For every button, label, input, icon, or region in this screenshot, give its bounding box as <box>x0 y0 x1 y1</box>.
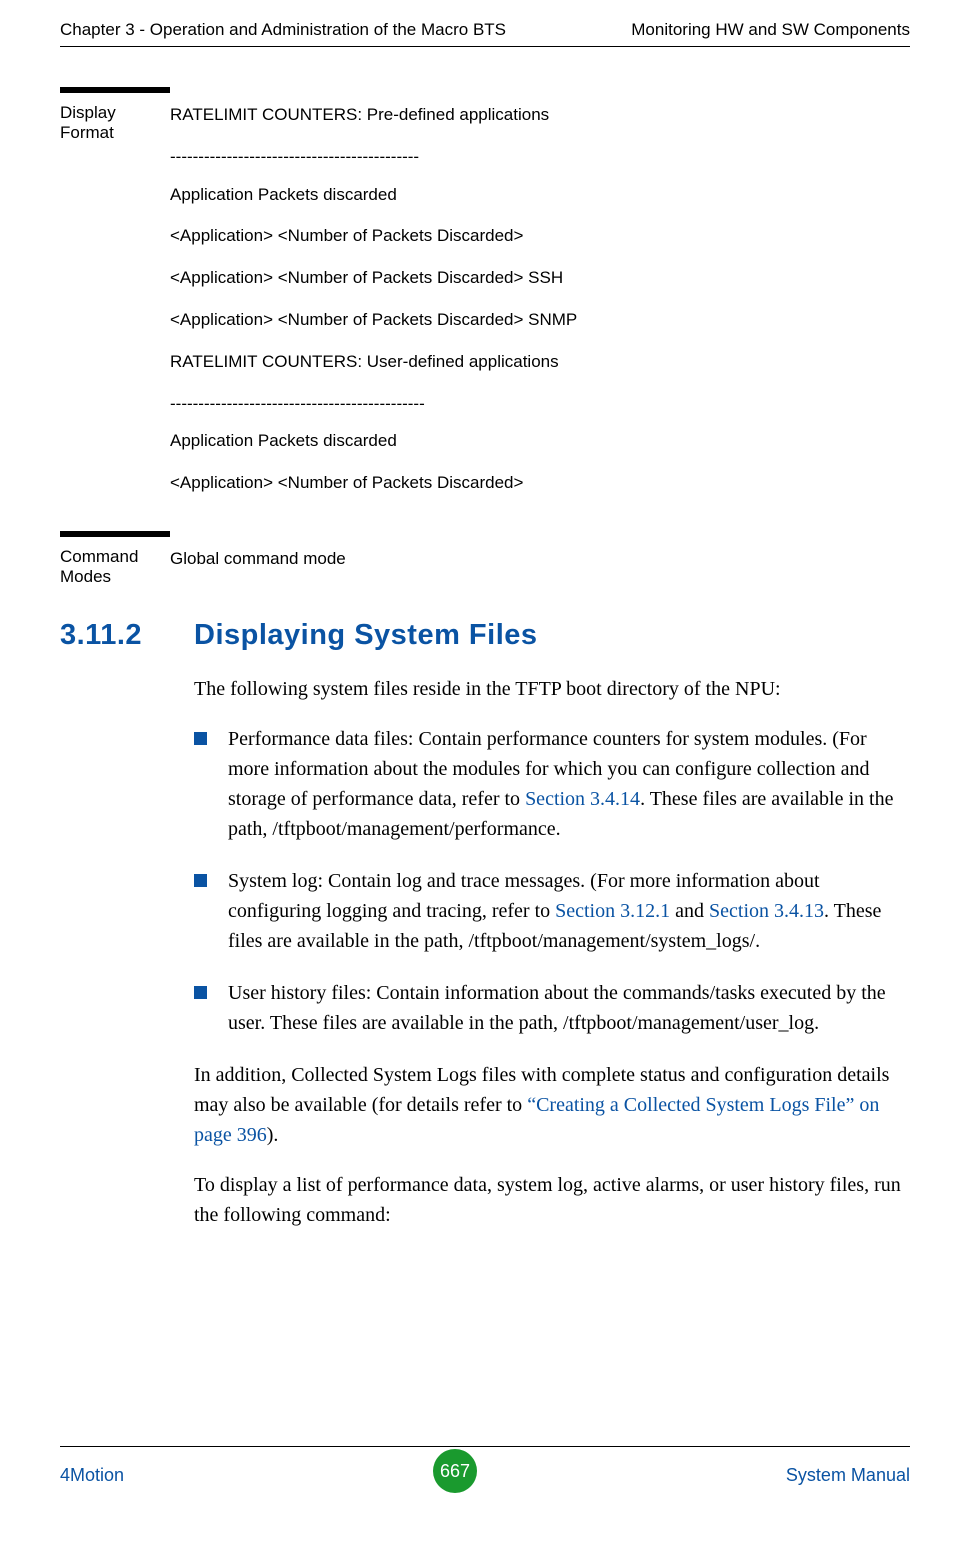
footer-page-number: 667 <box>433 1449 477 1493</box>
df-line-9: <Application> <Number of Packets Discard… <box>170 471 910 495</box>
df-line-1: ----------------------------------------… <box>170 145 910 169</box>
footer-right: System Manual <box>786 1465 910 1486</box>
body-text: The following system files reside in the… <box>194 674 910 1230</box>
command-modes-content: Global command mode <box>170 531 910 589</box>
df-line-2: Application Packets discarded <box>170 183 910 207</box>
header-left: Chapter 3 - Operation and Administration… <box>60 20 506 40</box>
df-line-0: RATELIMIT COUNTERS: Pre-defined applicat… <box>170 103 910 127</box>
page-footer: 4Motion 667 System Manual <box>60 1446 910 1497</box>
bullet-item-2: User history files: Contain information … <box>194 978 910 1038</box>
bullet-2-pre: User history files: Contain information … <box>228 982 886 1034</box>
bullet-item-1: System log: Contain log and trace messag… <box>194 866 910 956</box>
display-format-label: Display Format <box>60 87 170 513</box>
display-format-content: RATELIMIT COUNTERS: Pre-defined applicat… <box>170 87 910 513</box>
command-modes-label: Command Modes <box>60 531 170 589</box>
intro-paragraph: The following system files reside in the… <box>194 674 910 704</box>
df-line-7: ----------------------------------------… <box>170 392 910 416</box>
df-line-4: <Application> <Number of Packets Discard… <box>170 266 910 290</box>
df-line-3: <Application> <Number of Packets Discard… <box>170 224 910 248</box>
df-line-8: Application Packets discarded <box>170 429 910 453</box>
footer-left: 4Motion <box>60 1465 124 1486</box>
df-line-5: <Application> <Number of Packets Discard… <box>170 308 910 332</box>
df-line-6: RATELIMIT COUNTERS: User-defined applica… <box>170 350 910 374</box>
heading-title: Displaying System Files <box>194 619 538 652</box>
para-2-post: ). <box>267 1124 279 1146</box>
header-right: Monitoring HW and SW Components <box>631 20 910 40</box>
display-format-block: Display Format RATELIMIT COUNTERS: Pre-d… <box>60 87 910 513</box>
page: Chapter 3 - Operation and Administration… <box>0 0 975 1545</box>
para-2: In addition, Collected System Logs files… <box>194 1060 910 1150</box>
bullet-item-0: Performance data files: Contain performa… <box>194 724 910 844</box>
command-modes-value: Global command mode <box>170 547 910 571</box>
para-3: To display a list of performance data, s… <box>194 1170 910 1230</box>
bullet-1-link2[interactable]: Section 3.4.13 <box>709 900 824 922</box>
command-modes-block: Command Modes Global command mode <box>60 531 910 589</box>
bullet-1-mid: and <box>670 900 709 922</box>
section-heading: 3.11.2 Displaying System Files <box>60 619 910 652</box>
bullet-0-link[interactable]: Section 3.4.14 <box>525 788 640 810</box>
bullet-1-link[interactable]: Section 3.12.1 <box>555 900 670 922</box>
bullet-list: Performance data files: Contain performa… <box>194 724 910 1038</box>
heading-number: 3.11.2 <box>60 619 194 652</box>
page-header: Chapter 3 - Operation and Administration… <box>60 20 910 47</box>
